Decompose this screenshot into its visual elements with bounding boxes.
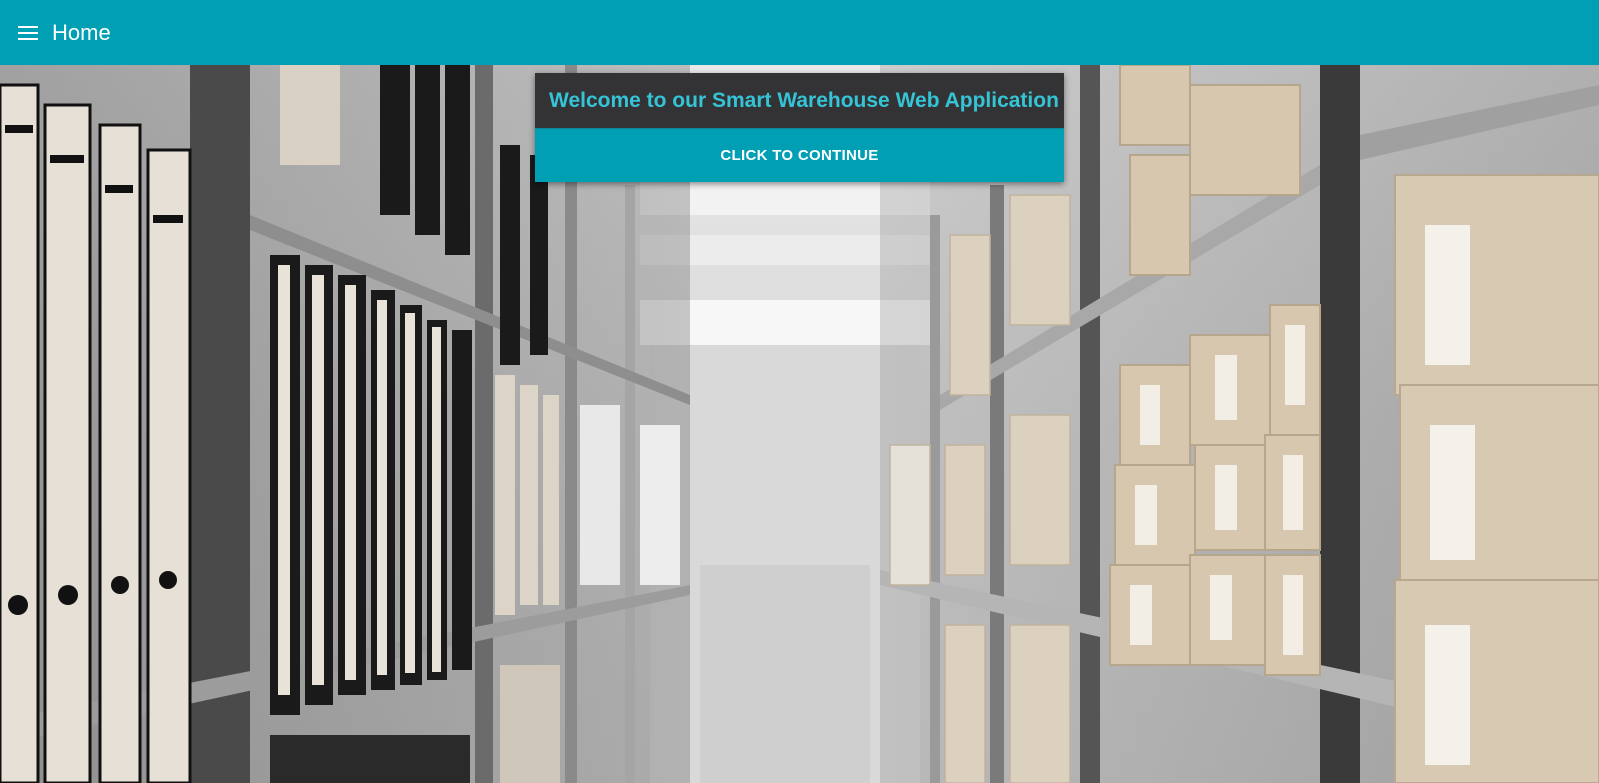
hamburger-menu-icon[interactable] [18, 21, 42, 45]
home-page: Home Welcome to our Smart Warehouse Web … [0, 0, 1599, 783]
welcome-card-header: Welcome to our Smart Warehouse Web Appli… [535, 73, 1064, 128]
welcome-title: Welcome to our Smart Warehouse Web Appli… [549, 88, 1059, 112]
continue-button[interactable]: CLICK TO CONTINUE [535, 128, 1064, 182]
top-app-bar: Home [0, 0, 1599, 65]
welcome-card: Welcome to our Smart Warehouse Web Appli… [535, 73, 1064, 182]
page-title: Home [52, 19, 111, 45]
